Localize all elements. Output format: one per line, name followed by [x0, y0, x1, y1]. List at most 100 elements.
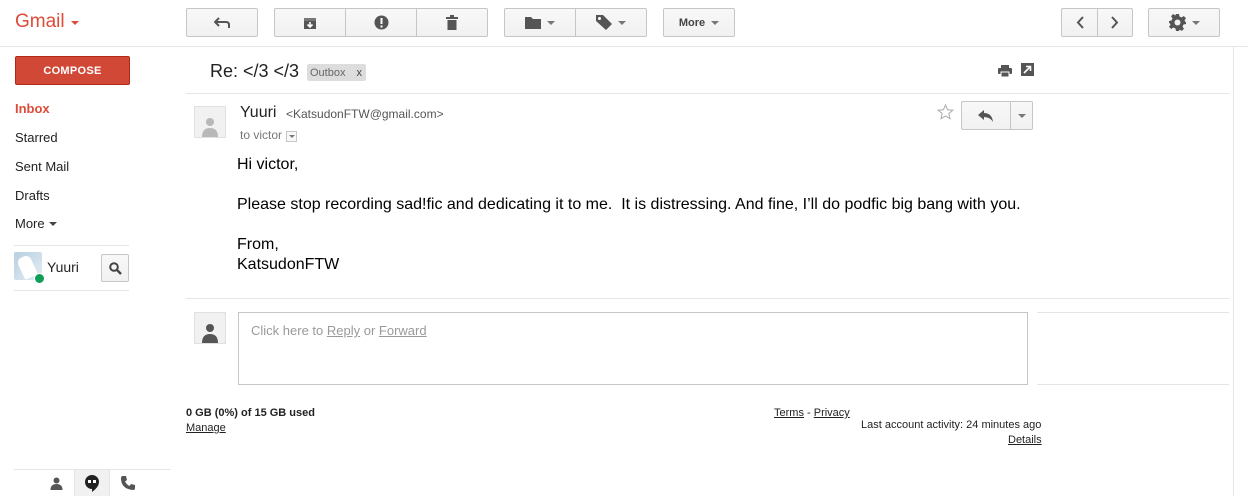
- nav-item-label: Sent Mail: [15, 159, 70, 174]
- nav-item-label: Starred: [15, 130, 58, 145]
- chevron-down-icon: [1017, 113, 1026, 118]
- label-tag-icon: [596, 15, 612, 30]
- hangouts-icon: [85, 474, 99, 492]
- hangouts-tab[interactable]: [74, 470, 110, 496]
- legal-links: Terms - Privacy: [774, 407, 850, 419]
- compose-button[interactable]: COMPOSE: [15, 56, 130, 85]
- contacts-tab[interactable]: [38, 470, 74, 496]
- legal-separator: -: [803, 407, 814, 419]
- sender-email: <KatsudonFTW@gmail.com>: [286, 107, 444, 121]
- chevron-left-icon: [1076, 16, 1084, 29]
- message-divider: [186, 298, 1229, 299]
- chevron-down-icon: [70, 21, 79, 25]
- chevron-down-icon: [618, 20, 626, 25]
- settings-button[interactable]: [1148, 8, 1220, 37]
- activity-details-link[interactable]: Details: [1008, 434, 1042, 446]
- chevron-down-icon: [1191, 20, 1200, 25]
- manage-storage-link[interactable]: Manage: [186, 422, 226, 434]
- reply-link[interactable]: Reply: [327, 323, 360, 338]
- thread-subject: Re: </3 </3: [210, 61, 300, 81]
- last-account-activity: Last account activity: 24 minutes ago: [861, 419, 1042, 431]
- privacy-link[interactable]: Privacy: [814, 407, 850, 419]
- label-chip-outbox: Outbox x: [307, 64, 366, 81]
- nav-divider: [14, 245, 129, 246]
- new-window-button[interactable]: [1021, 63, 1034, 81]
- recipient-text: to victor: [240, 128, 283, 142]
- chat-search-button[interactable]: [101, 254, 129, 282]
- gear-icon: [1168, 14, 1186, 31]
- nav-item-sent-mail[interactable]: Sent Mail: [15, 159, 69, 174]
- star-button[interactable]: [936, 103, 955, 125]
- more-reply-options-button[interactable]: [1011, 101, 1033, 130]
- chevron-down-icon: [48, 221, 57, 226]
- reply-arrow-icon: [978, 109, 993, 122]
- chevron-right-icon: [1111, 16, 1119, 29]
- forward-link[interactable]: Forward: [379, 323, 427, 338]
- chat-divider: [14, 290, 129, 291]
- chevron-down-icon: [547, 20, 555, 25]
- nav-item-drafts[interactable]: Drafts: [15, 188, 50, 203]
- reply-button[interactable]: [961, 101, 1011, 130]
- back-arrow-icon: [214, 16, 230, 28]
- quick-reply-box[interactable]: Click here to Reply or Forward: [238, 312, 1028, 385]
- compose-label: COMPOSE: [43, 64, 102, 77]
- older-button[interactable]: [1097, 8, 1133, 37]
- terms-link[interactable]: Terms: [774, 407, 804, 419]
- back-button[interactable]: [186, 8, 258, 37]
- move-to-button[interactable]: [504, 8, 576, 37]
- gmail-logo-text: Gmail: [15, 11, 65, 32]
- chat-contact-avatar[interactable]: [14, 252, 46, 284]
- report-spam-button[interactable]: [345, 8, 417, 37]
- sender-name: Yuuri: [240, 104, 277, 121]
- nav-item-starred[interactable]: Starred: [15, 130, 58, 145]
- reply-prompt-prefix: Click here to: [251, 323, 327, 338]
- more-actions-button[interactable]: More: [663, 8, 735, 37]
- message-closing: From,: [237, 236, 279, 253]
- star-icon: [936, 103, 955, 120]
- nav-item-label: More: [15, 216, 45, 231]
- reply-area-top-line: [1037, 312, 1229, 313]
- trash-icon: [446, 15, 458, 30]
- archive-button[interactable]: [274, 8, 346, 37]
- folder-icon: [525, 17, 541, 29]
- storage-usage: 0 GB (0%) of 15 GB used: [186, 407, 315, 419]
- label-chip-text: Outbox: [310, 66, 346, 79]
- person-icon: [50, 477, 62, 490]
- nav-item-label: Drafts: [15, 188, 50, 203]
- reply-area-bottom-line: [1037, 384, 1229, 385]
- nav-item-label: Inbox: [15, 101, 50, 116]
- nav-item-inbox[interactable]: Inbox: [15, 101, 50, 116]
- my-avatar: [194, 312, 226, 344]
- print-all-button[interactable]: [998, 64, 1012, 82]
- scrollbar-track-edge: [1233, 47, 1234, 496]
- reply-button-group: [961, 101, 1033, 130]
- show-details-button[interactable]: [286, 130, 298, 142]
- message-body: Please stop recording sad!fic and dedica…: [237, 196, 1021, 213]
- more-actions-label: More: [678, 16, 706, 29]
- message-greeting: Hi victor,: [237, 156, 299, 173]
- gmail-logo[interactable]: Gmail: [15, 11, 79, 33]
- delete-button[interactable]: [416, 8, 488, 37]
- chevron-down-icon: [711, 20, 720, 25]
- message-signature: KatsudonFTW: [237, 256, 340, 273]
- chat-bottom-tabs: [38, 470, 148, 496]
- reply-prompt-middle: or: [360, 323, 379, 338]
- phone-icon: [121, 476, 135, 490]
- toolbar-divider: [0, 46, 1248, 47]
- report-spam-icon: [374, 15, 388, 30]
- printer-icon: [998, 65, 1012, 78]
- thread-header-divider: [186, 93, 1229, 94]
- recipient-line: to victor: [240, 128, 298, 142]
- online-status-icon: [34, 273, 45, 284]
- new-window-icon: [1021, 63, 1034, 76]
- labels-button[interactable]: [575, 8, 647, 37]
- search-icon: [108, 261, 122, 275]
- default-avatar-icon: [202, 118, 218, 137]
- chat-contact-name[interactable]: Yuuri: [47, 259, 79, 275]
- default-avatar-icon: [202, 324, 218, 343]
- phone-tab[interactable]: [110, 470, 146, 496]
- archive-icon: [304, 17, 316, 29]
- newer-button[interactable]: [1061, 8, 1098, 37]
- nav-item-more[interactable]: More: [15, 216, 57, 231]
- remove-label-button[interactable]: x: [356, 67, 362, 79]
